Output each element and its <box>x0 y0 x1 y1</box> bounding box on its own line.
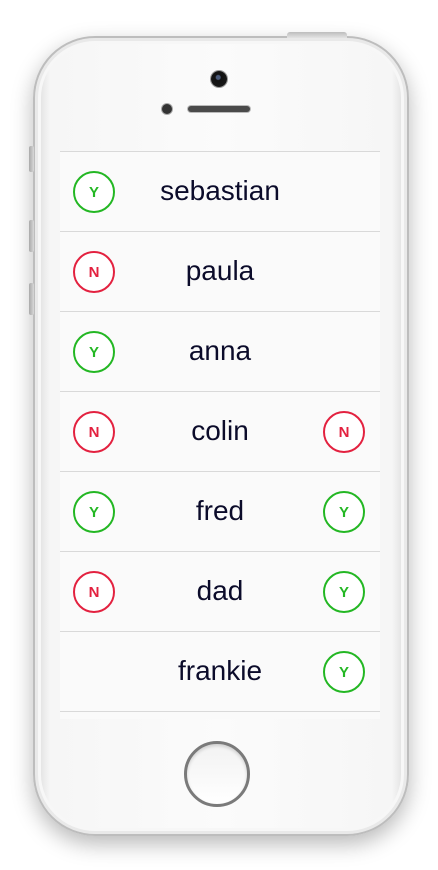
front-camera <box>211 71 227 87</box>
yes-badge-left[interactable]: Y <box>73 171 115 213</box>
people-list: sebastian Ypaula Nanna Ycolin N Nfred Y Ydad N Yf… <box>60 151 380 711</box>
no-badge-left[interactable]: N <box>73 251 115 293</box>
list-item-dad[interactable]: dad N Y <box>60 551 380 631</box>
proximity-sensor <box>162 104 172 114</box>
volume-up-button <box>29 220 34 252</box>
list-item-colin[interactable]: colin N N <box>60 391 380 471</box>
list-bottom-divider <box>60 711 380 712</box>
earpiece-speaker <box>188 106 250 112</box>
yes-badge-right[interactable]: Y <box>323 651 365 693</box>
list-item-sebastian[interactable]: sebastian Y <box>60 151 380 231</box>
no-badge-left[interactable]: N <box>73 571 115 613</box>
list-item-paula[interactable]: paula N <box>60 231 380 311</box>
power-button <box>287 32 347 38</box>
yes-badge-right[interactable]: Y <box>323 571 365 613</box>
list-item-fred[interactable]: fred Y Y <box>60 471 380 551</box>
volume-down-button <box>29 283 34 315</box>
no-badge-right[interactable]: N <box>323 411 365 453</box>
mute-switch <box>29 146 34 172</box>
list-item-anna[interactable]: anna Y <box>60 311 380 391</box>
yes-badge-left[interactable]: Y <box>73 491 115 533</box>
no-badge-left[interactable]: N <box>73 411 115 453</box>
yes-badge-left[interactable]: Y <box>73 331 115 373</box>
yes-badge-right[interactable]: Y <box>323 491 365 533</box>
screen: sebastian Ypaula Nanna Ycolin N Nfred Y Ydad N Yf… <box>60 151 380 719</box>
list-item-frankie[interactable]: frankie Y <box>60 631 380 711</box>
home-button[interactable] <box>184 741 250 807</box>
